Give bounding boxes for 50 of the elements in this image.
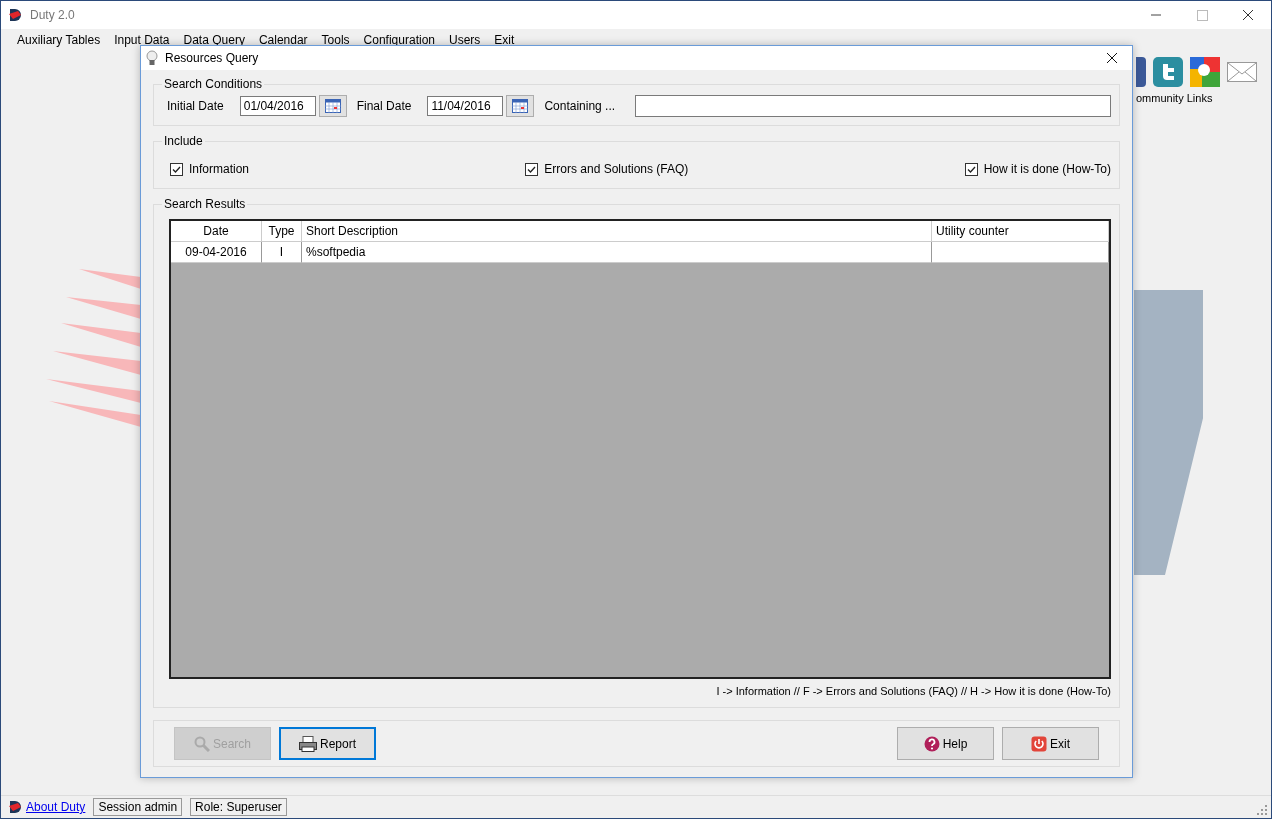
google-icon[interactable] <box>1189 56 1221 88</box>
app-logo-icon <box>8 800 22 814</box>
exit-button[interactable]: Exit <box>1002 727 1099 760</box>
checkbox[interactable] <box>525 162 539 176</box>
type-legend: I -> Information // F -> Errors and Solutions (FAQ) // H -> How it is done (How-To) <box>162 679 1111 699</box>
menu-item[interactable]: Auxiliary Tables <box>10 33 108 47</box>
resize-grip-icon[interactable] <box>1257 805 1267 815</box>
menu-item[interactable]: Exit <box>487 33 522 47</box>
table-cell: 09-04-2016 <box>171 242 262 263</box>
checkbox[interactable] <box>964 162 978 176</box>
printer-icon <box>299 735 317 752</box>
option-label: How it is done (How-To) <box>983 162 1111 176</box>
twitter-icon[interactable] <box>1152 56 1184 88</box>
option-label: Information <box>189 162 250 176</box>
lightbulb-icon <box>146 50 158 66</box>
facebook-icon[interactable] <box>1136 56 1147 88</box>
power-icon <box>1031 735 1047 752</box>
menu-item[interactable]: Input Data <box>107 33 177 47</box>
dialog-title: Resources Query <box>165 51 260 65</box>
community-links-label: ommunity Links <box>1136 92 1213 104</box>
containing-label: Containing ... <box>544 99 616 113</box>
menu-item[interactable]: Tools <box>314 33 357 47</box>
table-cell: I <box>262 242 302 263</box>
menu-item[interactable]: Configuration <box>356 33 442 47</box>
app-logo-icon <box>8 8 22 22</box>
calendar-button[interactable] <box>318 95 347 117</box>
group-title: Search Conditions <box>163 77 264 91</box>
session-label: Session admin <box>93 798 183 816</box>
report-button[interactable]: Report <box>279 727 376 760</box>
final-date-field[interactable]: 11/04/2016 <box>427 96 504 116</box>
calendar-icon <box>512 99 529 113</box>
help-icon <box>923 735 940 752</box>
final-date-label: Final Date <box>356 99 412 113</box>
menu-item[interactable]: Calendar <box>251 33 315 47</box>
calendar-button[interactable] <box>506 95 535 117</box>
option-label: Errors and Solutions (FAQ) <box>544 162 689 176</box>
containing-field[interactable] <box>635 95 1111 117</box>
calendar-icon <box>324 99 341 113</box>
initial-date-label: Initial Date <box>167 99 224 113</box>
table-cell: %softpedia <box>302 242 932 263</box>
menu-item[interactable]: Users <box>442 33 488 47</box>
search-icon <box>194 735 210 752</box>
group-title: Search Results <box>163 197 247 211</box>
role-label: Role: Superuser <box>190 798 287 816</box>
checkbox[interactable] <box>170 162 183 176</box>
about-link[interactable]: About Duty <box>26 800 86 814</box>
group-title: Include <box>163 134 204 148</box>
help-button[interactable]: Help <box>897 727 994 760</box>
window-title: Duty 2.0 <box>30 8 76 22</box>
initial-date-field[interactable]: 01/04/2016 <box>239 96 316 116</box>
